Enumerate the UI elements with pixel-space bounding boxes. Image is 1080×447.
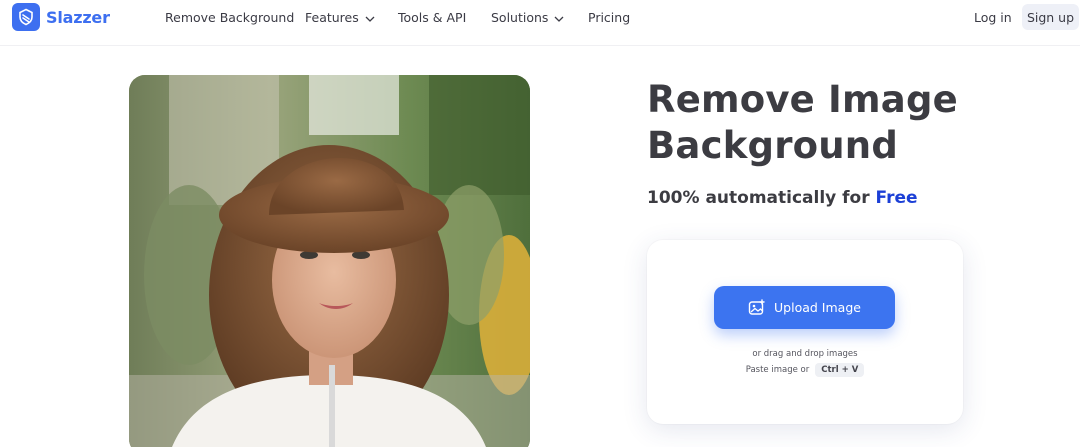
upload-image-button[interactable]: Upload Image: [714, 286, 895, 329]
drag-drop-hint: or drag and drop images: [752, 349, 858, 359]
slazzer-logo-icon: [12, 3, 40, 31]
upload-card[interactable]: Upload Image or drag and drop images Pas…: [647, 240, 963, 424]
login-link[interactable]: Log in: [974, 10, 1012, 25]
nav-features[interactable]: Features: [305, 10, 375, 25]
signup-button[interactable]: Sign up: [1022, 4, 1079, 30]
nav-tools-api[interactable]: Tools & API: [398, 10, 466, 25]
page-title: Remove Image Background: [647, 78, 958, 167]
nav-pricing-label: Pricing: [588, 10, 631, 25]
chevron-down-icon: [365, 10, 375, 25]
nav-features-label: Features: [305, 10, 359, 25]
upload-image-label: Upload Image: [774, 300, 861, 315]
subtitle-text: 100% automatically for: [647, 188, 870, 208]
nav-remove-background[interactable]: Remove Background: [165, 10, 294, 25]
paste-hint: Paste image or Ctrl + V: [647, 363, 963, 377]
chevron-down-icon: [554, 10, 564, 25]
nav-tools-api-label: Tools & API: [398, 10, 467, 25]
paste-hint-text: Paste image or: [745, 365, 810, 375]
nav-pricing[interactable]: Pricing: [588, 10, 630, 25]
subtitle-free: Free: [875, 188, 918, 208]
nav-solutions[interactable]: Solutions: [491, 10, 564, 25]
nav-remove-background-label: Remove Background: [165, 10, 295, 25]
top-navbar: Slazzer Remove Background Features Tools…: [0, 0, 1080, 46]
page-subtitle: 100% automatically for Free: [647, 188, 918, 208]
image-plus-icon: [748, 298, 766, 317]
paste-shortcut-badge: Ctrl + V: [815, 363, 865, 377]
brand-name: Slazzer: [46, 7, 110, 27]
nav-solutions-label: Solutions: [491, 10, 549, 25]
hero-sample-photo: [129, 75, 530, 447]
logo-link[interactable]: Slazzer: [12, 3, 110, 31]
